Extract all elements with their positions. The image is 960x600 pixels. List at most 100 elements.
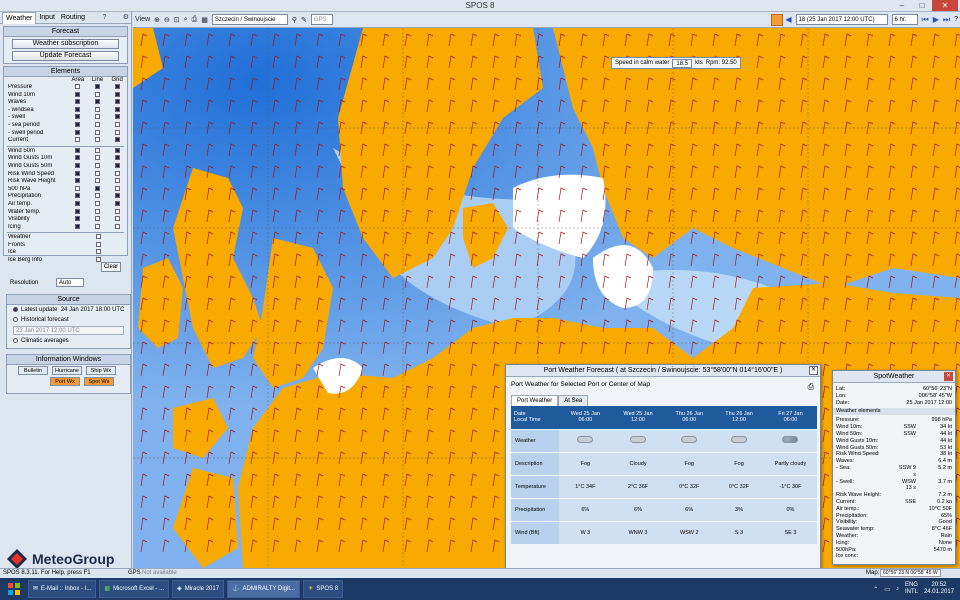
port-weather-close-button[interactable]: ✕ bbox=[809, 366, 818, 375]
element-checkbox[interactable] bbox=[94, 208, 100, 214]
taskbar-email[interactable]: ✉ E-Mail :: Inbox - I... bbox=[28, 580, 97, 598]
element-checkbox[interactable] bbox=[94, 99, 100, 105]
element-checkbox[interactable] bbox=[74, 185, 80, 191]
step-select[interactable]: 6 hr. bbox=[891, 14, 918, 25]
element-checkbox[interactable] bbox=[114, 129, 120, 135]
element-checkbox[interactable] bbox=[94, 114, 100, 120]
help-toolbar-icon[interactable]: ? bbox=[954, 16, 958, 23]
element-checkbox[interactable] bbox=[114, 106, 120, 112]
tab-weather[interactable]: Weather bbox=[2, 11, 37, 24]
view-menu[interactable]: View bbox=[135, 16, 150, 23]
element-checkbox[interactable] bbox=[74, 178, 80, 184]
climatic-averages-radio[interactable]: Climatic averages bbox=[7, 336, 130, 346]
element-checkbox[interactable] bbox=[94, 155, 100, 161]
historical-forecast-radio[interactable]: Historical forecast bbox=[7, 315, 130, 325]
element-checkbox[interactable] bbox=[114, 208, 120, 214]
prev-step-icon[interactable]: ◀ bbox=[785, 15, 791, 24]
latest-update-radio[interactable]: Latest update 24 Jan 2017 18:00 UTC bbox=[7, 305, 130, 315]
element-checkbox[interactable] bbox=[114, 121, 120, 127]
gps-select[interactable]: GPS bbox=[310, 14, 333, 25]
taskbar-admiralty[interactable]: ⚓ ADMIRALTY Digit... bbox=[227, 580, 301, 598]
element-checkbox[interactable] bbox=[74, 91, 80, 97]
element-checkbox[interactable] bbox=[114, 170, 120, 176]
element-checkbox[interactable] bbox=[114, 216, 120, 222]
element-checkbox[interactable] bbox=[74, 137, 80, 143]
tab-input[interactable]: Input bbox=[36, 12, 58, 23]
element-checkbox[interactable] bbox=[74, 99, 80, 105]
element-checkbox[interactable] bbox=[74, 216, 80, 222]
element-checkbox[interactable] bbox=[114, 193, 120, 199]
resolution-select[interactable]: Auto bbox=[56, 278, 85, 287]
element-checkbox[interactable] bbox=[114, 114, 120, 120]
element-checkbox[interactable] bbox=[74, 129, 80, 135]
element-checkbox[interactable] bbox=[94, 178, 100, 184]
settings-icon[interactable]: ⚙ bbox=[121, 12, 131, 23]
bulletin-button[interactable]: Bulletin bbox=[18, 366, 48, 375]
clock-time[interactable]: 20:52 bbox=[924, 582, 954, 589]
element-checkbox[interactable] bbox=[94, 147, 100, 153]
overlay-checkbox[interactable] bbox=[95, 249, 101, 255]
element-checkbox[interactable] bbox=[94, 121, 100, 127]
historical-date-input[interactable]: 23 Jan 2017 12:00 UTC bbox=[13, 326, 124, 335]
element-checkbox[interactable] bbox=[74, 170, 80, 176]
element-checkbox[interactable] bbox=[74, 193, 80, 199]
element-checkbox[interactable] bbox=[74, 200, 80, 206]
element-checkbox[interactable] bbox=[74, 147, 80, 153]
element-checkbox[interactable] bbox=[94, 162, 100, 168]
element-checkbox[interactable] bbox=[114, 99, 120, 105]
speed-input[interactable]: 18.5 bbox=[672, 59, 693, 68]
tab-at-sea[interactable]: At Sea bbox=[558, 395, 589, 406]
tab-routing[interactable]: Routing bbox=[58, 12, 88, 23]
tab-port-weather[interactable]: Port Weather bbox=[511, 395, 559, 406]
element-checkbox[interactable] bbox=[94, 170, 100, 176]
taskbar-miracle[interactable]: ◈ Miracle 2017 bbox=[172, 580, 225, 598]
element-checkbox[interactable] bbox=[94, 185, 100, 191]
measure-icon[interactable]: ✎ bbox=[301, 16, 307, 24]
element-checkbox[interactable] bbox=[114, 162, 120, 168]
play-icon[interactable]: ▶ bbox=[933, 15, 939, 24]
element-checkbox[interactable] bbox=[94, 216, 100, 222]
element-checkbox[interactable] bbox=[74, 114, 80, 120]
first-step-icon[interactable]: ⏮ bbox=[922, 15, 929, 25]
spot-weather-close-button[interactable]: ✕ bbox=[944, 372, 953, 381]
zoom-out-icon[interactable]: ⊖ bbox=[164, 16, 170, 24]
element-checkbox[interactable] bbox=[74, 84, 80, 89]
element-checkbox[interactable] bbox=[114, 147, 120, 153]
port-select[interactable]: Szczecin / Swinoujscie bbox=[211, 14, 288, 25]
overlay-checkbox[interactable] bbox=[95, 234, 101, 240]
element-checkbox[interactable] bbox=[74, 106, 80, 112]
network-icon[interactable]: ▭ bbox=[884, 586, 890, 593]
element-checkbox[interactable] bbox=[94, 223, 100, 229]
lang-indicator[interactable]: ENG bbox=[905, 582, 918, 589]
taskbar-excel[interactable]: ▦ Microsoft Excel - ... bbox=[99, 580, 170, 598]
update-forecast-button[interactable]: Update Forecast bbox=[12, 51, 119, 61]
element-checkbox[interactable] bbox=[94, 129, 100, 135]
last-step-icon[interactable]: ⏭ bbox=[943, 15, 950, 25]
element-checkbox[interactable] bbox=[114, 137, 120, 143]
element-checkbox[interactable] bbox=[114, 84, 120, 89]
hurricane-button[interactable]: Hurricane bbox=[51, 366, 82, 375]
element-checkbox[interactable] bbox=[94, 200, 100, 206]
volume-icon[interactable]: ♪ bbox=[896, 586, 899, 592]
print-port-icon[interactable]: ⎙ bbox=[808, 382, 814, 392]
element-checkbox[interactable] bbox=[74, 162, 80, 168]
pin-icon[interactable]: ⚲ bbox=[292, 16, 297, 24]
port-wx-button[interactable]: Port Wx bbox=[50, 377, 80, 386]
ship-wx-button[interactable]: Ship Wx bbox=[85, 366, 116, 375]
clock-date[interactable]: 24.01.2017 bbox=[924, 589, 954, 596]
minimize-button[interactable]: – bbox=[892, 0, 912, 11]
tray-up-icon[interactable]: ⌃ bbox=[873, 586, 878, 593]
element-checkbox[interactable] bbox=[74, 223, 80, 229]
clear-button[interactable]: Clear bbox=[101, 262, 121, 272]
time-select[interactable]: 18 (25 Jan 2017 12:00 UTC) bbox=[795, 14, 888, 25]
element-checkbox[interactable] bbox=[94, 91, 100, 97]
element-checkbox[interactable] bbox=[114, 185, 120, 191]
grid-icon[interactable]: ▦ bbox=[201, 16, 208, 24]
maximize-button[interactable]: □ bbox=[912, 0, 932, 11]
element-checkbox[interactable] bbox=[74, 121, 80, 127]
element-checkbox[interactable] bbox=[114, 91, 120, 97]
weather-subscription-button[interactable]: Weather subscription bbox=[12, 39, 119, 49]
kb-indicator[interactable]: INTL bbox=[905, 589, 918, 596]
element-checkbox[interactable] bbox=[74, 208, 80, 214]
spot-wx-button[interactable]: Spot Wx bbox=[83, 377, 114, 386]
